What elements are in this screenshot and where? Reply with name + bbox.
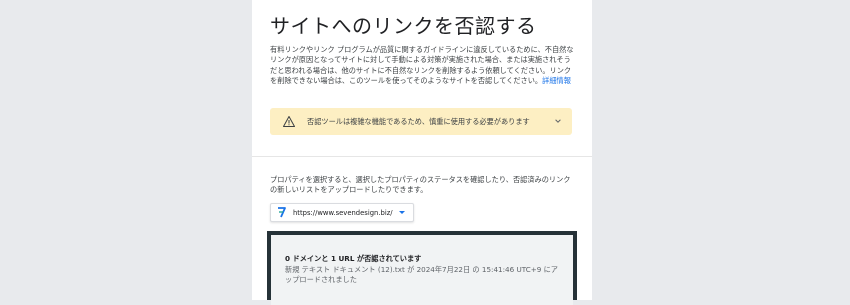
disavow-card: サイトへのリンクを否認する 有料リンクやリンク プログラムが品質に関するガイドラ… [252, 0, 592, 305]
property-url: https://www.sevendesign.biz/ [293, 208, 393, 217]
status-upload-info: 新規 テキスト ドキュメント (12).txt が 2024年7月22日 の 1… [285, 265, 558, 285]
site-logo-icon [278, 207, 286, 218]
warning-triangle-icon [283, 116, 295, 127]
details-link[interactable]: 詳細情報 [542, 76, 571, 85]
status-box: 0 ドメインと 1 URL が否認されています 新規 テキスト ドキュメント (… [271, 235, 573, 305]
status-highlight-frame: 0 ドメインと 1 URL が否認されています 新規 テキスト ドキュメント (… [267, 231, 577, 305]
section-divider [252, 156, 592, 157]
warning-text: 否認ツールは複雑な機能であるため、慎重に使用する必要があります [307, 117, 530, 126]
description-text: 有料リンクやリンク プログラムが品質に関するガイドラインに違反しているために、不… [270, 45, 574, 85]
property-selector[interactable]: https://www.sevendesign.biz/ [270, 203, 414, 222]
status-summary: 0 ドメインと 1 URL が否認されています [285, 254, 422, 263]
page-title: サイトへのリンクを否認する [270, 14, 537, 38]
page-description: 有料リンクやリンク プログラムが品質に関するガイドラインに違反しているために、不… [270, 45, 575, 86]
warning-banner[interactable]: 否認ツールは複雑な機能であるため、慎重に使用する必要があります [270, 108, 572, 135]
chevron-down-icon[interactable] [554, 117, 562, 125]
property-description: プロパティを選択すると、選択したプロパティのステータスを確認したり、否認済みのリ… [270, 175, 571, 195]
dropdown-caret-icon [399, 211, 405, 214]
